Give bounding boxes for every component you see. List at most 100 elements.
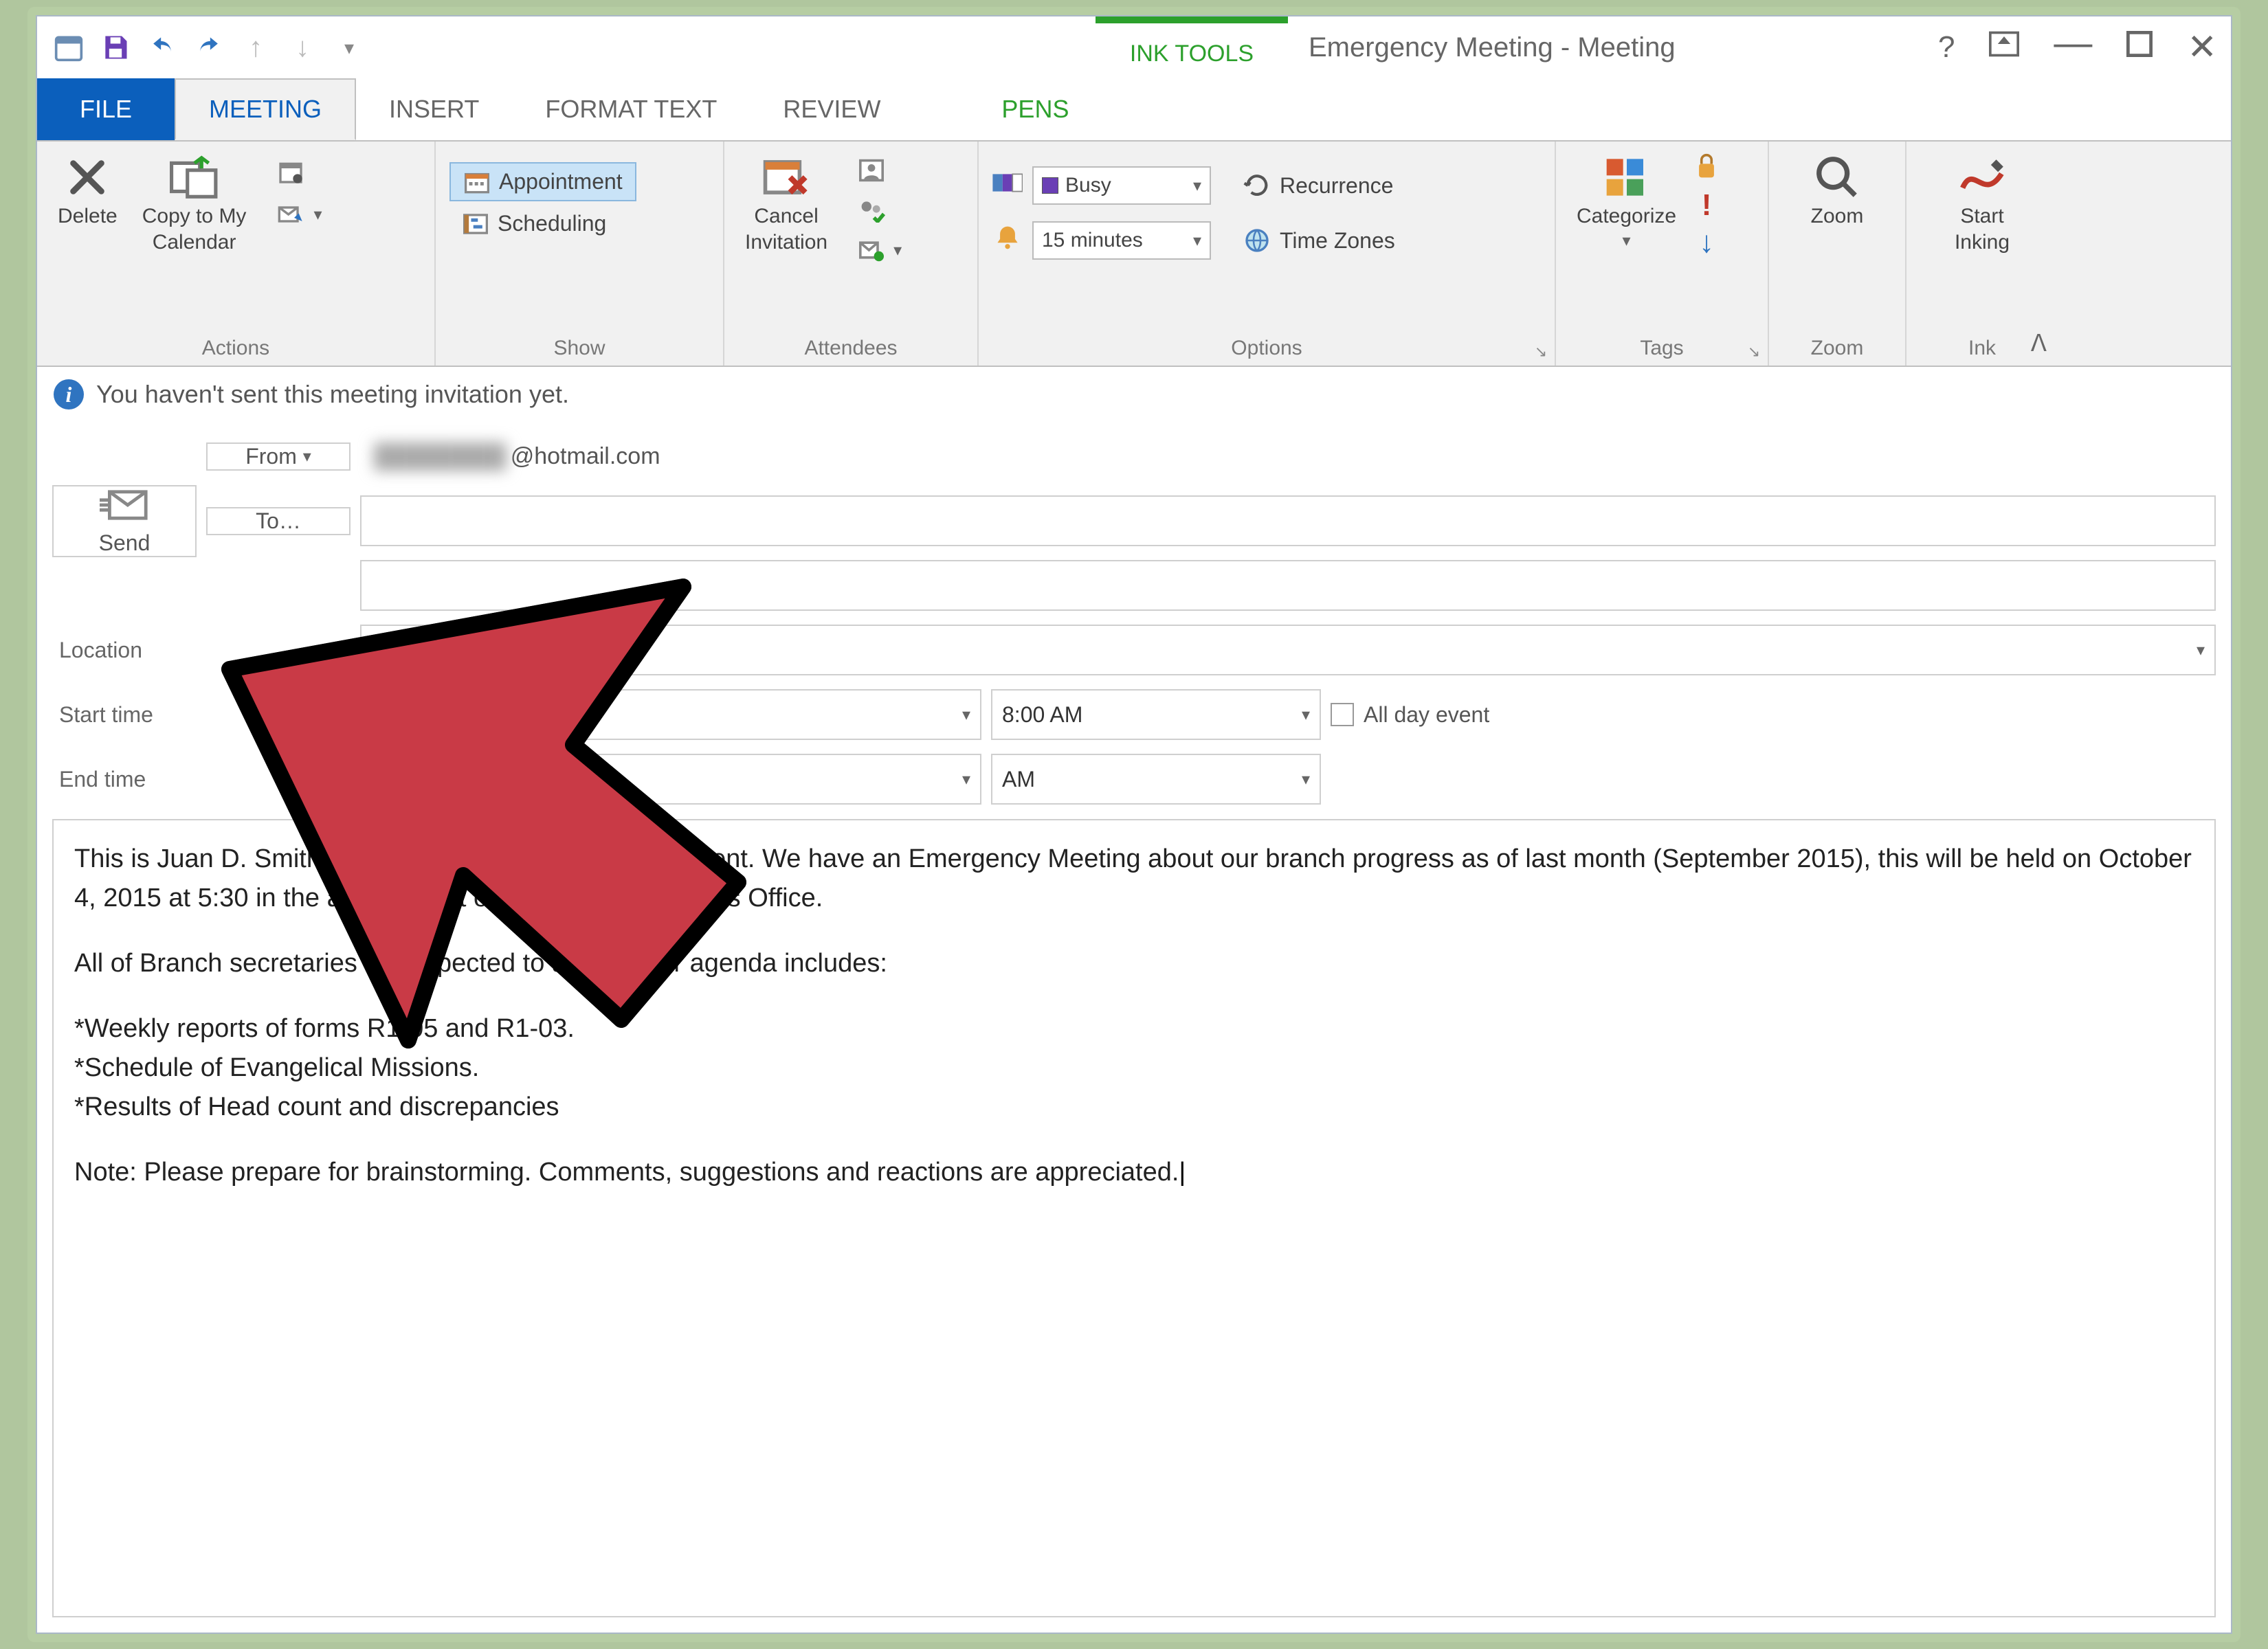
recurrence-label: Recurrence	[1280, 173, 1393, 199]
recurrence-icon	[1243, 172, 1271, 199]
file-tab[interactable]: FILE	[37, 78, 175, 140]
reminder-icon	[992, 224, 1023, 257]
maximize-icon[interactable]	[2126, 30, 2153, 65]
collapse-ribbon-icon[interactable]: ᐱ	[2031, 330, 2047, 357]
subject-field[interactable]	[360, 560, 2216, 611]
message-body[interactable]: This is Juan D. Smith Local Secretary of…	[52, 819, 2216, 1617]
group-ink: Start Inking Ink ᐱ	[1906, 142, 2058, 366]
delete-label: Delete	[58, 205, 118, 228]
up-arrow-icon[interactable]: ↑	[241, 32, 271, 63]
calendar-copy-icon	[170, 153, 219, 202]
group-zoom: Zoom Zoom	[1769, 142, 1906, 366]
start-time-field[interactable]: 8:00 AM▾	[991, 689, 1321, 740]
to-button[interactable]: To…	[206, 507, 351, 535]
info-icon: i	[54, 379, 84, 410]
delete-icon	[63, 153, 112, 202]
high-importance-icon[interactable]: !	[1694, 188, 1719, 223]
from-button[interactable]: From ▾	[206, 442, 351, 471]
review-tab[interactable]: REVIEW	[750, 78, 913, 140]
categorize-button[interactable]: Categorize ▾	[1564, 148, 1689, 255]
from-value: ████████@hotmail.com	[360, 443, 2216, 470]
copy-to-calendar-button[interactable]: Copy to My Calendar	[130, 148, 259, 258]
redo-icon[interactable]	[194, 32, 224, 63]
send-button[interactable]: Send	[52, 485, 197, 557]
zoom-label: Zoom	[1811, 205, 1864, 228]
appointment-label: Appointment	[499, 169, 623, 194]
undo-icon[interactable]	[147, 32, 177, 63]
delete-button[interactable]: Delete	[45, 148, 130, 232]
address-book-button[interactable]	[845, 153, 914, 188]
end-time-field[interactable]: AM▾	[991, 754, 1321, 805]
appointment-button[interactable]: Appointment	[449, 162, 636, 201]
close-icon[interactable]: ✕	[2187, 27, 2217, 68]
location-field[interactable]: ▾	[360, 625, 2216, 675]
show-as-value: Busy	[1065, 174, 1111, 197]
down-arrow-icon[interactable]: ↓	[287, 32, 318, 63]
insert-tab[interactable]: INSERT	[356, 78, 512, 140]
scheduling-icon	[462, 212, 489, 236]
start-time-label: Start time	[52, 702, 351, 728]
info-text: You haven't sent this meeting invitation…	[96, 380, 569, 409]
group-options: Busy ▾ 15 minutes ▾	[979, 142, 1556, 366]
format-text-tab[interactable]: FORMAT TEXT	[512, 78, 750, 140]
ribbon-options-icon[interactable]	[1989, 30, 2019, 65]
group-tags-label: Tags	[1564, 334, 1759, 366]
ribbon-tabs: FILE MEETING INSERT FORMAT TEXT REVIEW P…	[37, 78, 2231, 140]
end-time-label: End time	[52, 767, 351, 792]
low-importance-icon[interactable]: ↓	[1694, 225, 1719, 260]
reminder-dropdown[interactable]: 15 minutes ▾	[1032, 221, 1211, 260]
scheduling-label: Scheduling	[498, 211, 606, 236]
appointment-icon	[463, 170, 491, 194]
show-as-dropdown[interactable]: Busy ▾	[1032, 166, 1211, 205]
tags-launcher-icon[interactable]: ↘	[1744, 342, 1764, 361]
cancel-invitation-button[interactable]: Cancel Invitation	[733, 148, 840, 258]
compose-area: Send From ▾ ████████@hotmail.com To… Loc…	[37, 422, 2231, 1633]
forward-small-button[interactable]: ▾	[264, 195, 334, 234]
help-icon[interactable]: ?	[1938, 30, 1955, 65]
start-inking-button[interactable]: Start Inking	[1942, 148, 2022, 258]
copy-label-1: Copy to My	[142, 205, 247, 228]
response-options-button[interactable]: ▾	[845, 232, 914, 268]
end-date-field[interactable]: ▾	[360, 754, 981, 805]
group-ink-label: Ink	[1915, 334, 2049, 366]
group-show-label: Show	[444, 334, 715, 366]
body-note: Note: Please prepare for brainstorming. …	[74, 1158, 1186, 1187]
ink-label-1: Start	[1960, 205, 2003, 228]
cancel-label-1: Cancel	[754, 205, 818, 228]
group-options-label: Options	[987, 334, 1546, 366]
from-label: From	[245, 444, 297, 469]
save-icon[interactable]	[100, 32, 131, 63]
copy-label-2: Calendar	[153, 231, 236, 254]
pens-tab[interactable]: PENS	[968, 78, 1102, 140]
timezones-button[interactable]: Time Zones	[1230, 221, 1408, 260]
meeting-tab[interactable]: MEETING	[175, 78, 356, 140]
all-day-checkbox[interactable]	[1331, 703, 1354, 726]
qat-customize-icon[interactable]: ▾	[334, 32, 364, 63]
info-bar: i You haven't sent this meeting invitati…	[37, 367, 2231, 422]
calendar-small-button[interactable]	[264, 153, 334, 191]
group-attendees-label: Attendees	[733, 334, 969, 366]
minimize-icon[interactable]: —	[2054, 20, 2092, 65]
quick-access-toolbar: ↑ ↓ ▾	[37, 16, 381, 78]
ink-label-2: Inking	[1955, 231, 2010, 254]
outlook-meeting-window: ↑ ↓ ▾ INK TOOLS Emergency Meeting - Meet…	[36, 15, 2232, 1634]
group-attendees: Cancel Invitation ▾ Attendees	[724, 142, 979, 366]
body-b2: *Schedule of Evangelical Missions.	[74, 1048, 2194, 1088]
group-actions-label: Actions	[45, 334, 426, 366]
scheduling-button[interactable]: Scheduling	[449, 205, 636, 242]
group-show: Appointment Scheduling Show	[436, 142, 724, 366]
body-b3: *Results of Head count and discrepancies	[74, 1088, 2194, 1127]
start-date-field[interactable]: ▾	[360, 689, 981, 740]
timezones-label: Time Zones	[1280, 228, 1395, 254]
to-field[interactable]	[360, 495, 2216, 546]
all-day-label: All day event	[1364, 702, 1489, 728]
group-zoom-label: Zoom	[1777, 334, 1897, 366]
options-launcher-icon[interactable]: ↘	[1531, 342, 1550, 361]
calendar-icon[interactable]	[54, 32, 84, 63]
end-time-value: AM	[1002, 767, 1035, 792]
check-names-button[interactable]	[845, 192, 914, 228]
body-p1: This is Juan D. Smith Local Secretary of…	[74, 840, 2194, 918]
recurrence-button[interactable]: Recurrence	[1230, 166, 1408, 205]
zoom-button[interactable]: Zoom	[1799, 148, 1876, 232]
private-icon[interactable]	[1694, 153, 1719, 186]
